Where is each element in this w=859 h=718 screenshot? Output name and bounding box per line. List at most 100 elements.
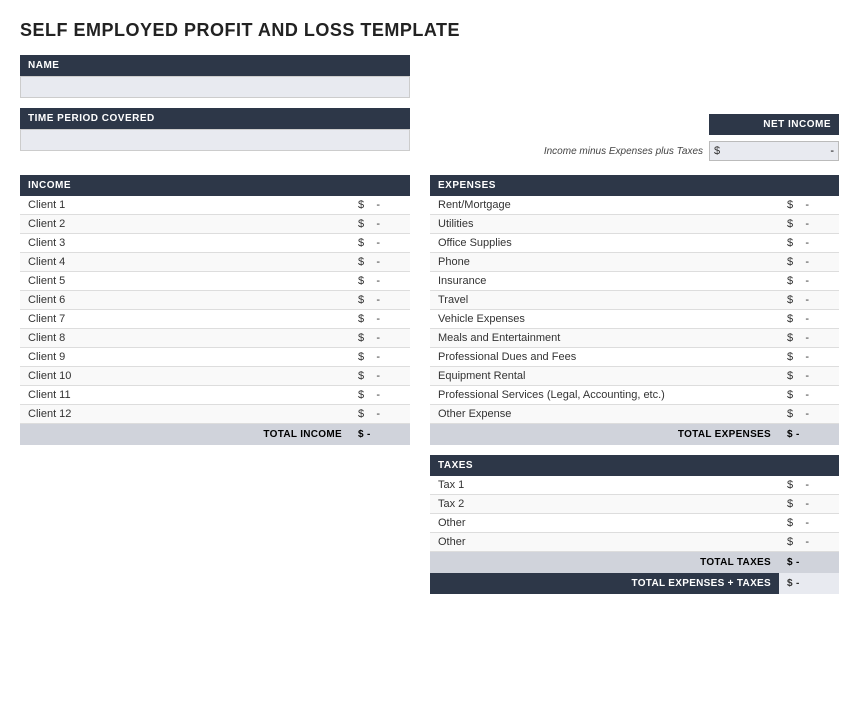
income-row: Client 10 $ -: [20, 367, 410, 386]
net-income-header: NET INCOME: [709, 114, 839, 135]
net-income-formula: Income minus Expenses plus Taxes: [544, 146, 703, 157]
income-row: Client 7 $ -: [20, 310, 410, 329]
expenses-row-value: $ -: [779, 234, 839, 253]
expenses-row-value: $ -: [779, 215, 839, 234]
income-row-label: Client 1: [20, 196, 350, 215]
expenses-row-value: $ -: [779, 310, 839, 329]
taxes-row-label: Other: [430, 533, 779, 552]
income-header: INCOME: [20, 175, 410, 196]
income-row-label: Client 12: [20, 405, 350, 424]
income-row-label: Client 6: [20, 291, 350, 310]
expenses-row-value: $ -: [779, 367, 839, 386]
total-income-label: TOTAL INCOME: [20, 424, 350, 446]
name-input[interactable]: [20, 76, 410, 98]
income-row-label: Client 11: [20, 386, 350, 405]
time-period-input[interactable]: [20, 129, 410, 151]
income-row-label: Client 3: [20, 234, 350, 253]
income-row-label: Client 5: [20, 272, 350, 291]
taxes-row-value: $ -: [779, 533, 839, 552]
income-row: Client 8 $ -: [20, 329, 410, 348]
total-expenses-value: $ -: [779, 424, 839, 446]
expenses-row: Other Expense $ -: [430, 405, 839, 424]
income-row: Client 2 $ -: [20, 215, 410, 234]
expenses-row-label: Vehicle Expenses: [430, 310, 779, 329]
expenses-row-value: $ -: [779, 196, 839, 215]
expenses-row-label: Office Supplies: [430, 234, 779, 253]
income-row-label: Client 7: [20, 310, 350, 329]
taxes-row-label: Tax 2: [430, 495, 779, 514]
total-expenses-row: TOTAL EXPENSES $ -: [430, 424, 839, 446]
expenses-row: Rent/Mortgage $ -: [430, 196, 839, 215]
taxes-row: Other $ -: [430, 533, 839, 552]
expenses-row: Professional Services (Legal, Accounting…: [430, 386, 839, 405]
income-row-label: Client 8: [20, 329, 350, 348]
income-section: INCOME Client 1 $ - Client 2 $ - Client …: [20, 175, 410, 445]
income-row: Client 3 $ -: [20, 234, 410, 253]
expenses-row-value: $ -: [779, 253, 839, 272]
income-row: Client 11 $ -: [20, 386, 410, 405]
total-taxes-value: $ -: [779, 552, 839, 574]
taxes-section: TAXES Tax 1 $ - Tax 2 $ - Other $ - Othe…: [430, 455, 839, 594]
expenses-row-label: Phone: [430, 253, 779, 272]
expenses-row: Travel $ -: [430, 291, 839, 310]
expenses-row-value: $ -: [779, 348, 839, 367]
net-income-value: $ -: [709, 141, 839, 161]
expenses-row-value: $ -: [779, 291, 839, 310]
taxes-row-value: $ -: [779, 514, 839, 533]
income-row-label: Client 9: [20, 348, 350, 367]
expenses-row-value: $ -: [779, 272, 839, 291]
expenses-row: Professional Dues and Fees $ -: [430, 348, 839, 367]
taxes-row: Tax 1 $ -: [430, 476, 839, 495]
expenses-row: Meals and Entertainment $ -: [430, 329, 839, 348]
expenses-row-label: Equipment Rental: [430, 367, 779, 386]
income-row-value: $ -: [350, 310, 410, 329]
expenses-row-label: Rent/Mortgage: [430, 196, 779, 215]
page-title: SELF EMPLOYED PROFIT AND LOSS TEMPLATE: [20, 20, 839, 41]
income-row: Client 9 $ -: [20, 348, 410, 367]
income-row: Client 4 $ -: [20, 253, 410, 272]
total-income-row: TOTAL INCOME $ -: [20, 424, 410, 446]
expenses-section: EXPENSES Rent/Mortgage $ - Utilities $ -…: [430, 175, 839, 445]
expenses-row: Vehicle Expenses $ -: [430, 310, 839, 329]
taxes-header-row: TAXES: [430, 455, 839, 476]
income-row-value: $ -: [350, 272, 410, 291]
expenses-row-value: $ -: [779, 386, 839, 405]
expenses-row: Phone $ -: [430, 253, 839, 272]
taxes-row: Other $ -: [430, 514, 839, 533]
expenses-row-label: Insurance: [430, 272, 779, 291]
net-income-amount: -: [724, 145, 834, 157]
income-row-value: $ -: [350, 367, 410, 386]
income-row-value: $ -: [350, 291, 410, 310]
name-label: NAME: [20, 55, 410, 76]
expenses-row-label: Professional Services (Legal, Accounting…: [430, 386, 779, 405]
total-income-value: $ -: [350, 424, 410, 446]
expenses-row-label: Meals and Entertainment: [430, 329, 779, 348]
income-row-value: $ -: [350, 329, 410, 348]
expenses-row: Insurance $ -: [430, 272, 839, 291]
expenses-row-value: $ -: [779, 405, 839, 424]
income-row-value: $ -: [350, 196, 410, 215]
total-expenses-taxes-value: $ -: [779, 573, 839, 594]
taxes-row-value: $ -: [779, 495, 839, 514]
expenses-row: Office Supplies $ -: [430, 234, 839, 253]
taxes-row-label: Tax 1: [430, 476, 779, 495]
income-row: Client 1 $ -: [20, 196, 410, 215]
time-period-label: TIME PERIOD COVERED: [20, 108, 410, 129]
expenses-row: Equipment Rental $ -: [430, 367, 839, 386]
expenses-row: Utilities $ -: [430, 215, 839, 234]
expenses-row-label: Travel: [430, 291, 779, 310]
taxes-header: TAXES: [430, 455, 839, 476]
income-row-value: $ -: [350, 405, 410, 424]
income-row-label: Client 10: [20, 367, 350, 386]
taxes-row-value: $ -: [779, 476, 839, 495]
right-main-section: EXPENSES Rent/Mortgage $ - Utilities $ -…: [430, 175, 839, 594]
taxes-row: Tax 2 $ -: [430, 495, 839, 514]
expenses-header-row: EXPENSES: [430, 175, 839, 196]
income-row-label: Client 2: [20, 215, 350, 234]
income-row-value: $ -: [350, 348, 410, 367]
expenses-header: EXPENSES: [430, 175, 839, 196]
total-taxes-row: TOTAL TAXES $ -: [430, 552, 839, 574]
expenses-row-label: Professional Dues and Fees: [430, 348, 779, 367]
net-income-dollar: $: [714, 145, 720, 157]
income-row: Client 12 $ -: [20, 405, 410, 424]
